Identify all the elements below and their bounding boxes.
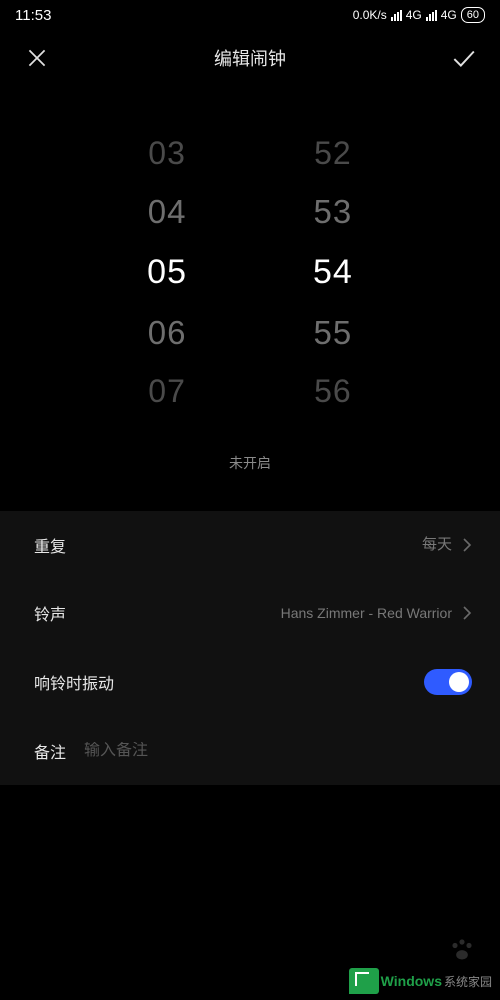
network-label-2: 4G — [441, 8, 457, 22]
ringtone-value: Hans Zimmer - Red Warrior — [66, 604, 452, 622]
paw-watermark-icon — [448, 935, 476, 970]
vibrate-label: 响铃时振动 — [34, 670, 114, 694]
watermark-logo-icon — [349, 968, 379, 994]
status-time: 11:53 — [15, 7, 51, 24]
picker-minute-selected[interactable]: 54 — [313, 252, 353, 293]
vibrate-toggle[interactable] — [424, 669, 472, 695]
signal-icon-2 — [426, 10, 437, 21]
watermark-suffix: 系统家园 — [444, 973, 492, 990]
picker-hour[interactable]: 07 — [148, 372, 186, 410]
toggle-knob — [449, 672, 469, 692]
picker-minute[interactable]: 55 — [314, 313, 353, 353]
repeat-label: 重复 — [34, 533, 66, 557]
hour-column[interactable]: 03 04 05 06 07 — [147, 134, 187, 411]
network-label-1: 4G — [406, 8, 422, 22]
minute-column[interactable]: 52 53 54 55 56 — [313, 134, 353, 411]
chevron-right-icon — [462, 537, 472, 553]
picker-minute[interactable]: 53 — [314, 192, 353, 232]
alarm-status: 未开启 — [0, 453, 500, 473]
network-speed: 0.0K/s — [353, 8, 387, 22]
page-title: 编辑闹钟 — [214, 45, 286, 71]
status-right: 0.0K/s 4G 4G 60 — [353, 7, 485, 23]
watermark-brand: Windows — [381, 973, 442, 989]
signal-icon-1 — [391, 10, 402, 21]
settings-list: 重复 每天 铃声 Hans Zimmer - Red Warrior 响铃时振动… — [0, 511, 500, 785]
row-vibrate: 响铃时振动 — [0, 647, 500, 717]
picker-minute[interactable]: 52 — [314, 134, 352, 172]
chevron-right-icon — [462, 605, 472, 621]
battery-indicator: 60 — [461, 7, 485, 23]
close-icon[interactable] — [24, 45, 50, 71]
watermark: Windows 系统家园 — [349, 968, 492, 994]
row-note[interactable]: 备注 — [0, 717, 500, 785]
picker-hour[interactable]: 06 — [148, 313, 187, 353]
repeat-value: 每天 — [66, 535, 452, 555]
picker-minute[interactable]: 56 — [314, 372, 352, 410]
note-label: 备注 — [34, 739, 66, 763]
nav-bar: 编辑闹钟 — [0, 30, 500, 86]
ringtone-label: 铃声 — [34, 601, 66, 625]
time-picker[interactable]: 03 04 05 06 07 52 53 54 55 56 — [0, 134, 500, 411]
row-repeat[interactable]: 重复 每天 — [0, 511, 500, 579]
note-input[interactable] — [84, 742, 472, 760]
picker-hour[interactable]: 04 — [148, 192, 187, 232]
picker-hour-selected[interactable]: 05 — [147, 252, 187, 293]
row-ringtone[interactable]: 铃声 Hans Zimmer - Red Warrior — [0, 579, 500, 647]
check-icon[interactable] — [450, 45, 476, 71]
picker-hour[interactable]: 03 — [148, 134, 186, 172]
status-bar: 11:53 0.0K/s 4G 4G 60 — [0, 0, 500, 30]
